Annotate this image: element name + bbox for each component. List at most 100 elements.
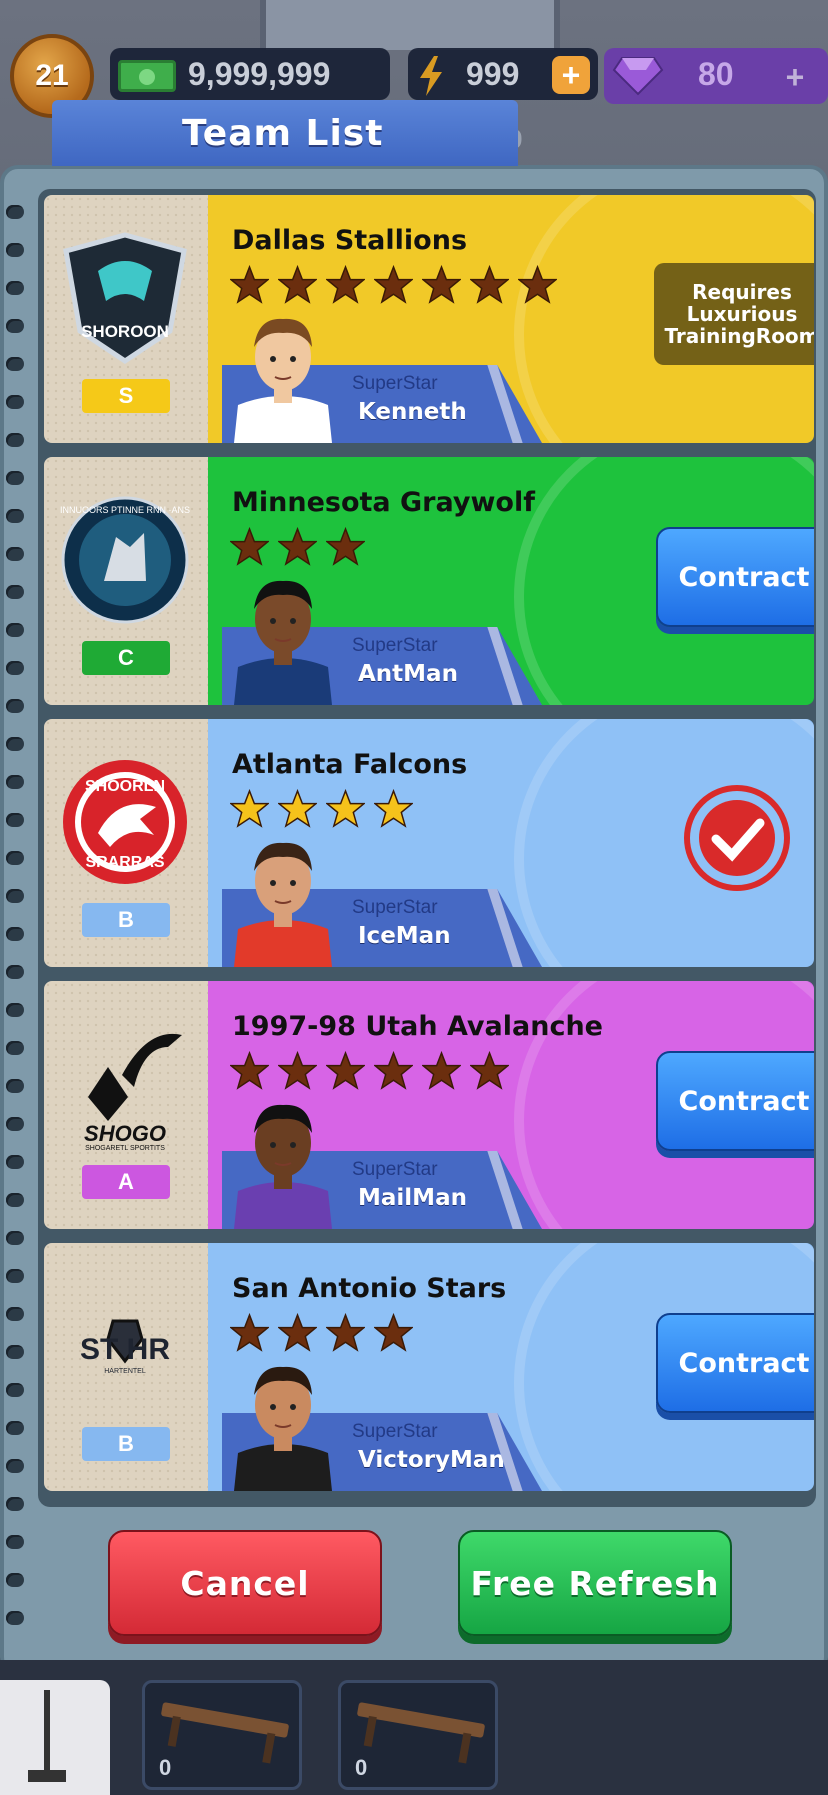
team-name: 1997-98 Utah Avalanche: [232, 1011, 603, 1042]
binding-ring: [6, 1155, 24, 1169]
star-icon: [422, 1051, 461, 1090]
player-avatar: [230, 1081, 336, 1229]
bench-icon: [160, 1701, 290, 1739]
contract-button[interactable]: Contract: [656, 1313, 814, 1413]
svg-text:SHOGO: SHOGO: [84, 1121, 166, 1146]
team-name: San Antonio Stars: [232, 1273, 507, 1304]
binding-ring: [6, 1611, 24, 1625]
binding-ring: [6, 1003, 24, 1017]
binding-ring: [6, 205, 24, 219]
binding-ring: [6, 1421, 24, 1435]
check-stamp-icon: [684, 785, 790, 891]
star-icon: [374, 265, 413, 304]
star-icon: [470, 265, 509, 304]
binding-ring: [6, 1573, 24, 1587]
player-name: VictoryMan: [358, 1447, 505, 1473]
team-logo: INNUOORS PTINNE RNN ·ANS: [58, 493, 192, 627]
team-info-panel: Dallas Stallions SuperStar Kenneth Requires…: [208, 195, 814, 443]
svg-text:ST HR: ST HR: [80, 1333, 170, 1366]
team-logo-panel: INNUOORS PTINNE RNN ·ANS C: [44, 457, 218, 705]
team-info-panel: San Antonio Stars SuperStar VictoryMan Cont…: [208, 1243, 814, 1491]
team-card[interactable]: SHOGO SHOGARETL SPORTITS A 1997-98 Utah Ava…: [44, 981, 814, 1229]
binding-ring: [6, 1459, 24, 1473]
team-logo: SHOORLN SRARRAS: [58, 755, 192, 889]
binding-ring: [6, 661, 24, 675]
team-grade-badge: C: [82, 641, 170, 675]
player-avatar: [230, 1343, 336, 1491]
svg-text:HARTENTEL: HARTENTEL: [104, 1368, 146, 1375]
bench-slot[interactable]: 0: [338, 1680, 498, 1790]
bench-slot[interactable]: 0: [142, 1680, 302, 1790]
dialog-title: Team List: [182, 112, 384, 154]
svg-text:SHOORLN: SHOORLN: [85, 778, 165, 795]
contract-button[interactable]: Contract: [656, 1051, 814, 1151]
binding-ring: [6, 1497, 24, 1511]
binding-ring: [6, 737, 24, 751]
team-info-panel: 1997-98 Utah Avalanche SuperStar MailMan Co…: [208, 981, 814, 1229]
binding-ring: [6, 1269, 24, 1283]
superstar-label: SuperStar: [352, 897, 438, 918]
energy-icon: [420, 56, 442, 96]
team-logo-panel: SHOROON S: [44, 195, 218, 443]
player-avatar: [230, 819, 336, 967]
player-name: IceMan: [358, 923, 451, 949]
star-icon: [470, 1051, 509, 1090]
team-grade-badge: B: [82, 1427, 170, 1461]
star-icon: [422, 265, 461, 304]
binding-ring: [6, 813, 24, 827]
team-card[interactable]: INNUOORS PTINNE RNN ·ANS C Minnesota Grayw…: [44, 457, 814, 705]
energy-plus-button[interactable]: +: [552, 56, 590, 94]
binding-ring: [6, 1231, 24, 1245]
team-card[interactable]: SHOROON S Dallas Stallions SuperStar Kenneth…: [44, 195, 814, 443]
binding-ring: [6, 547, 24, 561]
team-card[interactable]: ST HR HARTENTEL B San Antonio Stars SuperSta…: [44, 1243, 814, 1491]
free-refresh-button[interactable]: Free Refresh: [458, 1530, 732, 1636]
team-name: Dallas Stallions: [232, 225, 468, 256]
cash-icon: [118, 60, 176, 92]
player-name: Kenneth: [358, 399, 467, 425]
gem-plus-button[interactable]: +: [776, 58, 814, 96]
player-name: MailMan: [358, 1185, 467, 1211]
binding-ring: [6, 775, 24, 789]
binding-ring: [6, 1079, 24, 1093]
binding-ring: [6, 699, 24, 713]
binding-ring: [6, 243, 24, 257]
team-card[interactable]: SHOORLN SRARRAS B Atlanta Falcons SuperStar I…: [44, 719, 814, 967]
binding-ring: [6, 965, 24, 979]
binding-ring: [6, 1345, 24, 1359]
team-logo: SHOGO SHOGARETL SPORTITS: [58, 1017, 192, 1152]
star-icon: [374, 789, 413, 828]
binding-ring: [6, 585, 24, 599]
binding-ring: [6, 927, 24, 941]
contract-button[interactable]: Contract: [656, 527, 814, 627]
player-avatar: [230, 295, 336, 443]
svg-text:SHOGARETL SPORTITS: SHOGARETL SPORTITS: [85, 1145, 165, 1151]
team-name: Minnesota Graywolf: [232, 487, 535, 518]
background-window: [260, 0, 560, 50]
svg-text:SRARRAS: SRARRAS: [85, 854, 164, 871]
team-grade-badge: B: [82, 903, 170, 937]
bench-slot-count: 0: [355, 1755, 368, 1780]
binding-ring: [6, 1193, 24, 1207]
team-info-panel: Atlanta Falcons SuperStar IceMan: [208, 719, 814, 967]
svg-text:INNUOORS PTINNE RNN ·ANS: INNUOORS PTINNE RNN ·ANS: [60, 505, 190, 515]
binding-ring: [6, 509, 24, 523]
superstar-label: SuperStar: [352, 1421, 438, 1442]
binding-ring: [6, 1307, 24, 1321]
binding-ring: [6, 623, 24, 637]
binding-ring: [6, 319, 24, 333]
binding-ring: [6, 433, 24, 447]
dialog-title-tab: Team List: [52, 100, 518, 166]
team-info-panel: Minnesota Graywolf SuperStar AntMan Contrac…: [208, 457, 814, 705]
superstar-label: SuperStar: [352, 1159, 438, 1180]
binding-ring: [6, 395, 24, 409]
superstar-label: SuperStar: [352, 373, 438, 394]
binding-ring: [6, 281, 24, 295]
star-icon: [374, 1051, 413, 1090]
requirement-badge: Requires Luxurious TrainingRoom: [654, 263, 814, 365]
superstar-label: SuperStar: [352, 635, 438, 656]
cancel-button[interactable]: Cancel: [108, 1530, 382, 1636]
star-icon: [518, 265, 557, 304]
hoop-icon: [0, 1680, 110, 1795]
bench-icon: [356, 1701, 486, 1739]
